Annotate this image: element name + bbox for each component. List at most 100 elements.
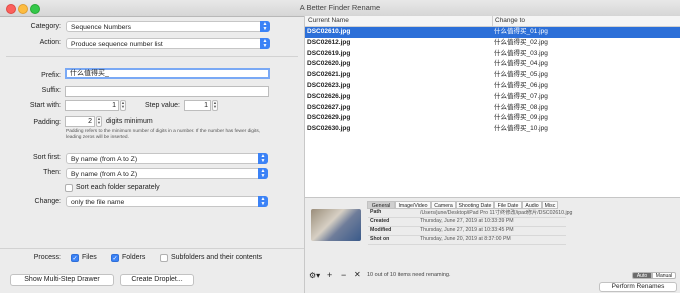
sort-first-label: Sort first: <box>32 154 61 161</box>
chevron-updown-icon: ▲ ▼ <box>260 38 270 49</box>
chevron-updown-icon: ▲ ▼ <box>258 196 268 207</box>
current-name-cell: DSC02630.jpg <box>307 125 351 133</box>
create-droplet-button[interactable]: Create Droplet... <box>120 274 194 286</box>
padding-stepper[interactable]: ▲ ▼ <box>96 116 102 127</box>
start-input[interactable]: 1 <box>65 100 119 111</box>
title-bar: A Better Finder Rename <box>0 0 680 17</box>
current-name-cell: DSC02629.jpg <box>307 114 351 122</box>
preview-panel: Current Name Change to DSC02610.jpg 什么值得买… <box>304 16 680 293</box>
window-title: A Better Finder Rename <box>299 3 381 12</box>
sort-each-folder-checkbox[interactable] <box>65 184 73 192</box>
process-folders-label: Folders <box>122 254 146 261</box>
sort-then-value: By name (from A to Z) <box>71 171 138 178</box>
table-row[interactable]: DSC02610.jpg 什么值得买_01.jpg <box>305 27 680 38</box>
change-to-cell: 什么值得买_03.jpg <box>494 49 548 57</box>
current-name-cell: DSC02612.jpg <box>307 38 351 46</box>
gear-icon[interactable]: ⚙▾ <box>309 271 320 280</box>
change-select[interactable]: only the file name ▲ ▼ <box>66 196 268 207</box>
category-value: Sequence Numbers <box>71 24 132 31</box>
current-name-cell: DSC02621.jpg <box>307 71 351 79</box>
checkmark-icon: ✓ <box>112 256 118 262</box>
path-value: /Users/june/Desktop/iPad Pro 11寸终修改/ipad… <box>420 210 573 216</box>
current-name-cell: DSC02620.jpg <box>307 60 351 68</box>
suffix-input[interactable] <box>65 86 269 97</box>
change-to-cell: 什么值得买_09.jpg <box>494 114 548 122</box>
prefix-input[interactable]: 什么值得买_ <box>65 68 270 79</box>
process-folders-checkbox[interactable]: ✓ <box>111 254 119 262</box>
padding-unit-label: digits minimum <box>106 118 153 125</box>
change-to-cell: 什么值得买_01.jpg <box>494 28 548 35</box>
column-divider <box>492 16 493 26</box>
divider <box>6 56 298 57</box>
change-to-cell: 什么值得买_04.jpg <box>494 60 548 68</box>
manual-toggle[interactable]: Manual <box>652 272 676 279</box>
table-row[interactable]: DSC02621.jpg 什么值得买_05.jpg <box>305 70 680 81</box>
change-to-cell: 什么值得买_06.jpg <box>494 82 548 89</box>
modified-value: Thursday, June 27, 2019 at 10:33:45 PM <box>420 227 514 233</box>
change-to-cell: 什么值得买_10.jpg <box>494 125 548 133</box>
prefix-label: Prefix: <box>41 72 61 79</box>
suffix-label: Suffix: <box>41 87 61 94</box>
shot-on-value: Thursday, June 20, 2019 at 8:37:00 PM <box>420 236 511 242</box>
close-icon[interactable]: ✕ <box>354 270 361 279</box>
perform-renames-button[interactable]: Perform Renames <box>599 282 677 292</box>
table-row[interactable]: DSC02630.jpg 什么值得买_10.jpg <box>305 124 680 135</box>
current-name-cell: DSC02626.jpg <box>307 92 351 100</box>
table-row[interactable]: DSC02626.jpg 什么值得买_07.jpg <box>305 92 680 103</box>
table-row[interactable]: DSC02627.jpg 什么值得买_08.jpg <box>305 103 680 114</box>
process-subfolders-checkbox[interactable] <box>160 254 168 262</box>
table-row[interactable]: DSC02620.jpg 什么值得买_04.jpg <box>305 59 680 70</box>
checkmark-icon: ✓ <box>72 256 78 262</box>
current-name-cell: DSC02623.jpg <box>307 82 351 89</box>
auto-toggle[interactable]: Auto <box>632 272 652 279</box>
status-text: 10 out of 10 items need renaming. <box>367 272 451 278</box>
step-stepper[interactable]: ▲ ▼ <box>212 100 218 111</box>
current-name-cell: DSC02610.jpg <box>307 28 351 35</box>
current-name-cell: DSC02627.jpg <box>307 103 351 111</box>
process-label: Process: <box>33 254 61 261</box>
show-multi-step-drawer-button[interactable]: Show Multi-Step Drawer <box>10 274 114 286</box>
step-input[interactable]: 1 <box>184 100 211 111</box>
modified-label: Modified <box>370 227 392 233</box>
category-label: Category: <box>30 23 61 30</box>
status-bar: ⚙▾ + − ✕ 10 out of 10 items need renamin… <box>305 266 680 293</box>
action-value: Produce sequence number list <box>71 41 163 48</box>
divider <box>0 248 304 249</box>
table-row[interactable]: DSC02629.jpg 什么值得买_09.jpg <box>305 113 680 124</box>
padding-label: Padding: <box>33 119 61 126</box>
action-select[interactable]: Produce sequence number list ▲ ▼ <box>66 38 270 49</box>
info-row: Shot on Thursday, June 20, 2019 at 8:37:… <box>368 235 566 245</box>
created-value: Thursday, June 27, 2019 at 10:33:39 PM <box>420 218 514 224</box>
category-select[interactable]: Sequence Numbers ▲ ▼ <box>66 21 270 32</box>
chevron-updown-icon: ▲ ▼ <box>258 153 268 164</box>
table-row[interactable]: DSC02623.jpg 什么值得买_06.jpg <box>305 81 680 92</box>
sort-first-value: By name (from A to Z) <box>71 156 138 163</box>
start-stepper[interactable]: ▲ ▼ <box>120 100 126 111</box>
table-row[interactable]: DSC02619.jpg 什么值得买_03.jpg <box>305 49 680 60</box>
plus-icon[interactable]: + <box>327 270 332 280</box>
settings-panel: Category: Sequence Numbers ▲ ▼ Action: Pr… <box>0 16 304 293</box>
sort-then-label: Then: <box>43 169 61 176</box>
sort-first-select[interactable]: By name (from A to Z) ▲ ▼ <box>66 153 268 164</box>
column-header-current[interactable]: Current Name <box>308 17 349 24</box>
path-label: Path <box>370 209 382 215</box>
start-label: Start with: <box>29 102 61 109</box>
process-files-checkbox[interactable]: ✓ <box>71 254 79 262</box>
current-name-cell: DSC02619.jpg <box>307 49 351 57</box>
table-header: Current Name Change to <box>305 16 680 27</box>
process-subfolders-label: Subfolders and their contents <box>171 254 263 261</box>
minus-icon[interactable]: − <box>341 270 346 280</box>
change-to-cell: 什么值得买_05.jpg <box>494 71 548 79</box>
table-row[interactable]: DSC02612.jpg 什么值得买_02.jpg <box>305 38 680 49</box>
file-thumbnail <box>311 209 361 241</box>
action-label: Action: <box>39 39 61 46</box>
created-label: Created <box>370 218 390 224</box>
chevron-updown-icon: ▲ ▼ <box>258 168 268 179</box>
chevron-updown-icon: ▲ ▼ <box>260 21 270 32</box>
step-label: Step value: <box>144 102 180 109</box>
sort-then-select[interactable]: By name (from A to Z) ▲ ▼ <box>66 168 268 179</box>
padding-input[interactable]: 2 <box>65 116 95 127</box>
column-header-change[interactable]: Change to <box>495 17 525 24</box>
change-label: Change: <box>34 198 61 205</box>
info-panel: General Image/Video Camera Shooting Date Fil… <box>305 197 680 267</box>
